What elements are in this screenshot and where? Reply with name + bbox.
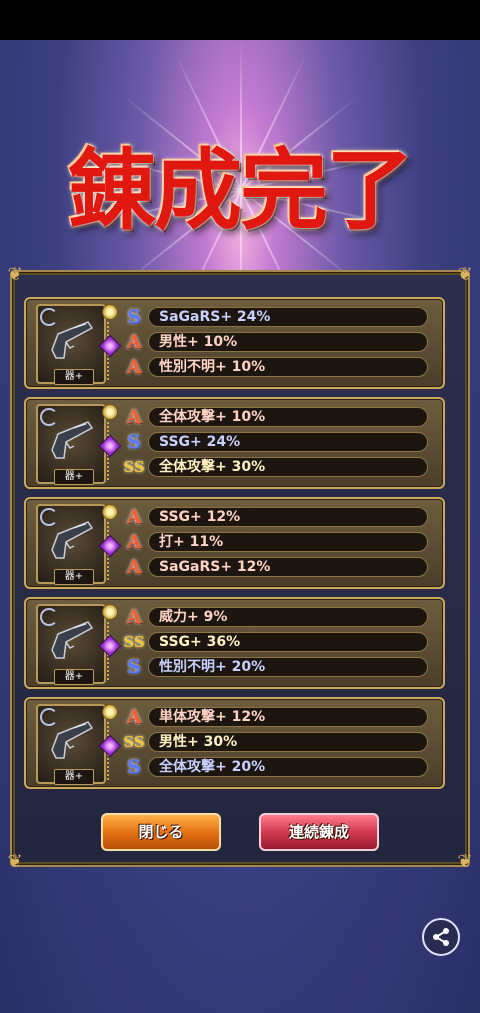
rank-a-icon: A	[126, 356, 142, 378]
ornament-icon: ❦	[457, 264, 473, 285]
result-row: 器+ A 威力+ 9% SS SSG+ 36% S 性別不明+ 20%	[24, 597, 445, 689]
stat-line: S SSG+ 24%	[122, 431, 428, 453]
rank-a-icon: A	[126, 531, 142, 553]
gem-icon	[98, 534, 122, 558]
gem-icon	[98, 634, 122, 658]
gem-icon	[98, 734, 122, 758]
weapon-tag: 器+	[54, 669, 94, 685]
ornament-icon: ❦	[7, 264, 23, 285]
rank-a-icon: A	[126, 556, 142, 578]
result-row: 器+ A SSG+ 12% A 打+ 11% A SaGaRS+ 12%	[24, 497, 445, 589]
gear-icon	[102, 404, 118, 420]
stat-line: A 威力+ 9%	[122, 606, 428, 628]
gear-icon	[102, 304, 118, 320]
stat-line: A 男性+ 10%	[122, 331, 428, 353]
weapon-tag: 器+	[54, 769, 94, 785]
weapon-tag: 器+	[54, 469, 94, 485]
stat-text: 男性+ 10%	[148, 332, 428, 352]
swirl-icon	[40, 608, 58, 626]
stat-text: 性別不明+ 20%	[148, 657, 428, 677]
rank-a-icon: A	[126, 506, 142, 528]
rank-s-icon: S	[127, 656, 141, 678]
result-title: 錬成完了	[67, 138, 414, 242]
stat-text: SSG+ 12%	[148, 507, 428, 527]
rank-a-icon: A	[126, 331, 142, 353]
stat-text: 打+ 11%	[148, 532, 428, 552]
gem-icon	[98, 434, 122, 458]
stat-text: 性別不明+ 10%	[148, 357, 428, 377]
share-icon	[433, 928, 449, 946]
rank-s-icon: S	[127, 431, 141, 453]
stat-line: SS 男性+ 30%	[122, 732, 428, 752]
gear-icon	[102, 704, 118, 720]
swirl-icon	[40, 308, 58, 326]
stat-text: 全体攻撃+ 20%	[148, 757, 428, 777]
stat-line: A 単体攻撃+ 12%	[122, 706, 428, 728]
swirl-icon	[40, 408, 58, 426]
stat-text: 単体攻撃+ 12%	[148, 707, 428, 727]
stat-line: A 全体攻撃+ 10%	[122, 406, 428, 428]
rank-ss-icon: SS	[123, 733, 145, 751]
stat-text: 男性+ 30%	[148, 732, 428, 752]
stat-text: SaGaRS+ 12%	[148, 557, 428, 577]
stat-line: A SaGaRS+ 12%	[122, 556, 428, 578]
gear-icon	[102, 504, 118, 520]
stat-text: SSG+ 24%	[148, 432, 428, 452]
weapon-tag: 器+	[54, 369, 94, 385]
swirl-icon	[40, 708, 58, 726]
weapon-icon-frame[interactable]: 器+	[36, 704, 122, 785]
stat-line: A SSG+ 12%	[122, 506, 428, 528]
rank-s-icon: S	[127, 756, 141, 778]
weapon-icon-frame[interactable]: 器+	[36, 604, 122, 685]
stat-text: 全体攻撃+ 30%	[148, 457, 428, 477]
continue-refine-button[interactable]: 連続錬成	[259, 813, 379, 851]
rank-s-icon: S	[127, 306, 141, 328]
gem-icon	[98, 334, 122, 358]
ornament-icon: ❦	[7, 851, 23, 872]
rank-ss-icon: SS	[123, 633, 145, 651]
result-row: 器+ A 単体攻撃+ 12% SS 男性+ 30% S 全体攻撃+ 20%	[24, 697, 445, 789]
gear-icon	[102, 604, 118, 620]
weapon-icon-frame[interactable]: 器+	[36, 304, 122, 385]
close-button[interactable]: 閉じる	[101, 813, 221, 851]
stat-line: SS SSG+ 36%	[122, 632, 428, 652]
stat-text: 威力+ 9%	[148, 607, 428, 627]
rank-a-icon: A	[126, 606, 142, 628]
swirl-icon	[40, 508, 58, 526]
rank-a-icon: A	[126, 706, 142, 728]
stat-line: S SaGaRS+ 24%	[122, 306, 428, 328]
ornament-icon: ❦	[457, 851, 473, 872]
weapon-tag: 器+	[54, 569, 94, 585]
weapon-icon-frame[interactable]: 器+	[36, 404, 122, 485]
result-row: 器+ A 全体攻撃+ 10% S SSG+ 24% SS 全体攻撃+ 30%	[24, 397, 445, 489]
rank-ss-icon: SS	[123, 458, 145, 476]
stat-text: 全体攻撃+ 10%	[148, 407, 428, 427]
weapon-icon-frame[interactable]: 器+	[36, 504, 122, 585]
stat-line: S 全体攻撃+ 20%	[122, 756, 428, 778]
stat-line: A 性別不明+ 10%	[122, 356, 428, 378]
status-bar	[0, 0, 480, 40]
stat-text: SSG+ 36%	[148, 632, 428, 652]
stat-text: SaGaRS+ 24%	[148, 307, 428, 327]
stat-line: S 性別不明+ 20%	[122, 656, 428, 678]
rank-a-icon: A	[126, 406, 142, 428]
stat-line: A 打+ 11%	[122, 531, 428, 553]
share-button[interactable]	[422, 918, 460, 956]
result-row: 器+ S SaGaRS+ 24% A 男性+ 10% A 性別不明+ 10%	[24, 297, 445, 389]
stat-line: SS 全体攻撃+ 30%	[122, 457, 428, 477]
